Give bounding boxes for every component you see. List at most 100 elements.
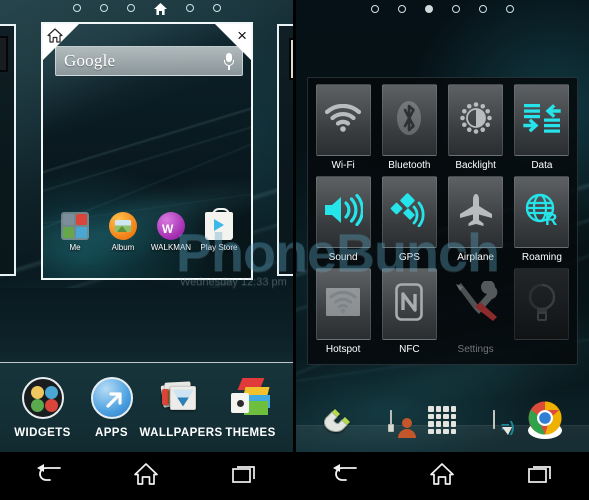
action-label: WIDGETS — [14, 426, 71, 439]
page-dot[interactable] — [72, 4, 81, 12]
page-dot[interactable] — [506, 5, 514, 13]
roaming-icon: R — [523, 193, 561, 232]
app-shortcut-play-store[interactable]: Play Store — [195, 208, 243, 252]
sound-icon — [323, 193, 365, 231]
quick-setting-hotspot[interactable]: Hotspot — [313, 268, 373, 358]
panel-divider — [293, 0, 296, 500]
page-dot[interactable] — [479, 5, 487, 13]
action-apps[interactable]: APPS — [77, 376, 146, 439]
home-icon[interactable] — [47, 28, 63, 48]
data-icon — [523, 102, 561, 139]
quick-setting-tile[interactable] — [448, 268, 503, 340]
quick-setting-backlight[interactable]: Backlight — [446, 84, 506, 174]
microphone-icon[interactable] — [224, 52, 234, 70]
apps-arrow-icon — [90, 376, 133, 419]
app-shortcut-walkman[interactable]: W WALKMAN — [147, 212, 195, 252]
dock-chrome-button[interactable] — [528, 401, 563, 440]
quick-setting-wi-fi[interactable]: Wi-Fi — [313, 84, 373, 174]
quick-setting-bluetooth[interactable]: Bluetooth — [379, 84, 439, 174]
chrome-icon — [528, 401, 563, 439]
contacts-icon — [388, 410, 417, 438]
page-dot[interactable] — [398, 5, 406, 13]
nav-recents-button[interactable] — [512, 456, 568, 496]
app-label: WALKMAN — [150, 243, 192, 252]
action-wallpapers[interactable]: WALLPAPERS — [140, 377, 222, 439]
themes-icon — [230, 377, 272, 419]
quick-setting-tile[interactable] — [448, 84, 504, 156]
quick-setting-tile[interactable]: R — [514, 176, 570, 248]
album-icon — [109, 212, 137, 240]
nfc-icon — [395, 282, 424, 326]
quick-setting-tile[interactable] — [381, 176, 437, 248]
nav-recents-button[interactable] — [216, 456, 272, 496]
quick-setting-tile[interactable] — [315, 268, 371, 340]
wifi-icon — [325, 103, 362, 137]
quick-setting-airplane[interactable]: Airplane — [446, 176, 506, 266]
page-dot-active[interactable] — [425, 5, 433, 13]
quick-setting-label: GPS — [398, 252, 420, 263]
action-themes[interactable]: THEMES — [216, 377, 285, 439]
preview-background-shade — [0, 288, 293, 370]
back-arrow-icon — [332, 463, 358, 489]
homescreen-edit-action-bar: WIDGETS APPS WALLPAPERS THEMES — [0, 362, 293, 452]
quick-setting-label: NFC — [399, 344, 420, 355]
page-dot[interactable] — [126, 4, 135, 12]
google-search-label: Google — [64, 51, 116, 70]
quick-setting-tile[interactable] — [381, 84, 437, 156]
dock-phone-button[interactable] — [323, 402, 357, 439]
quick-setting-label: Data — [531, 160, 553, 171]
screenshot-root: × Google Me Album W WALKMAN Play Store W… — [0, 0, 589, 500]
quick-setting-label: Roaming — [521, 252, 562, 263]
page-dot[interactable] — [212, 4, 221, 12]
page-indicator-right[interactable] — [296, 5, 589, 13]
nav-back-button[interactable] — [317, 456, 373, 496]
page-dot-home-icon[interactable] — [153, 3, 167, 15]
quick-setting-sound[interactable]: Sound — [313, 176, 373, 266]
quick-setting-tile[interactable] — [315, 176, 371, 248]
quick-setting-label: Wi-Fi — [331, 160, 355, 171]
quick-setting-data[interactable]: Data — [512, 84, 572, 174]
quick-setting-tile[interactable] — [514, 84, 570, 156]
page-dot[interactable] — [371, 5, 379, 13]
app-shortcut-me[interactable]: Me — [51, 212, 99, 252]
flashlight-icon — [524, 280, 560, 329]
quick-setting-flashlight[interactable] — [512, 268, 572, 358]
page-indicator-left[interactable] — [0, 3, 293, 15]
quick-setting-tile[interactable] — [448, 176, 504, 248]
quick-setting-settings[interactable]: Settings — [446, 268, 506, 358]
page-dot[interactable] — [185, 4, 194, 12]
page-dot[interactable] — [99, 4, 108, 12]
dock-app-drawer-button[interactable] — [425, 403, 459, 437]
quick-setting-tile[interactable] — [315, 84, 371, 156]
right-phone-panel: Wi-Fi Bluetooth Backlight Data Sound GPS Airp… — [296, 0, 589, 500]
backlight-icon — [458, 100, 494, 141]
dock-messaging-button[interactable]: =) — [492, 410, 515, 436]
quick-setting-nfc[interactable]: NFC — [379, 268, 439, 358]
phone-icon — [323, 408, 357, 438]
settings-icon — [453, 279, 499, 328]
quick-setting-label: Backlight — [455, 160, 496, 171]
quick-setting-gps[interactable]: GPS — [379, 176, 439, 266]
home-icon — [429, 462, 455, 491]
app-shortcut-album[interactable]: Album — [99, 212, 147, 252]
homescreen-preview-area: × Google Me Album W WALKMAN Play Store — [0, 18, 293, 288]
quick-setting-roaming[interactable]: R Roaming — [512, 176, 572, 266]
nav-back-button[interactable] — [21, 456, 77, 496]
quick-setting-tile[interactable] — [381, 268, 437, 340]
app-drawer-icon — [425, 403, 459, 437]
page-dot[interactable] — [452, 5, 460, 13]
nav-home-button[interactable] — [118, 456, 174, 496]
homescreen-thumbnail-previous[interactable] — [0, 24, 16, 276]
folder-icon — [61, 212, 89, 240]
messaging-icon: =) — [492, 410, 515, 436]
action-widgets[interactable]: WIDGETS — [8, 376, 77, 439]
google-search-widget[interactable]: Google — [55, 46, 243, 76]
homescreen-thumbnail-next[interactable] — [277, 24, 293, 276]
nav-home-button[interactable] — [414, 456, 470, 496]
homescreen-thumbnail-current[interactable]: × Google Me Album W WALKMAN Play Store — [41, 22, 253, 280]
back-arrow-icon — [36, 463, 62, 489]
quick-setting-tile[interactable] — [514, 268, 570, 340]
dock-contacts-button[interactable] — [388, 410, 417, 438]
close-icon[interactable]: × — [237, 27, 247, 44]
left-phone-panel: × Google Me Album W WALKMAN Play Store W… — [0, 0, 293, 500]
